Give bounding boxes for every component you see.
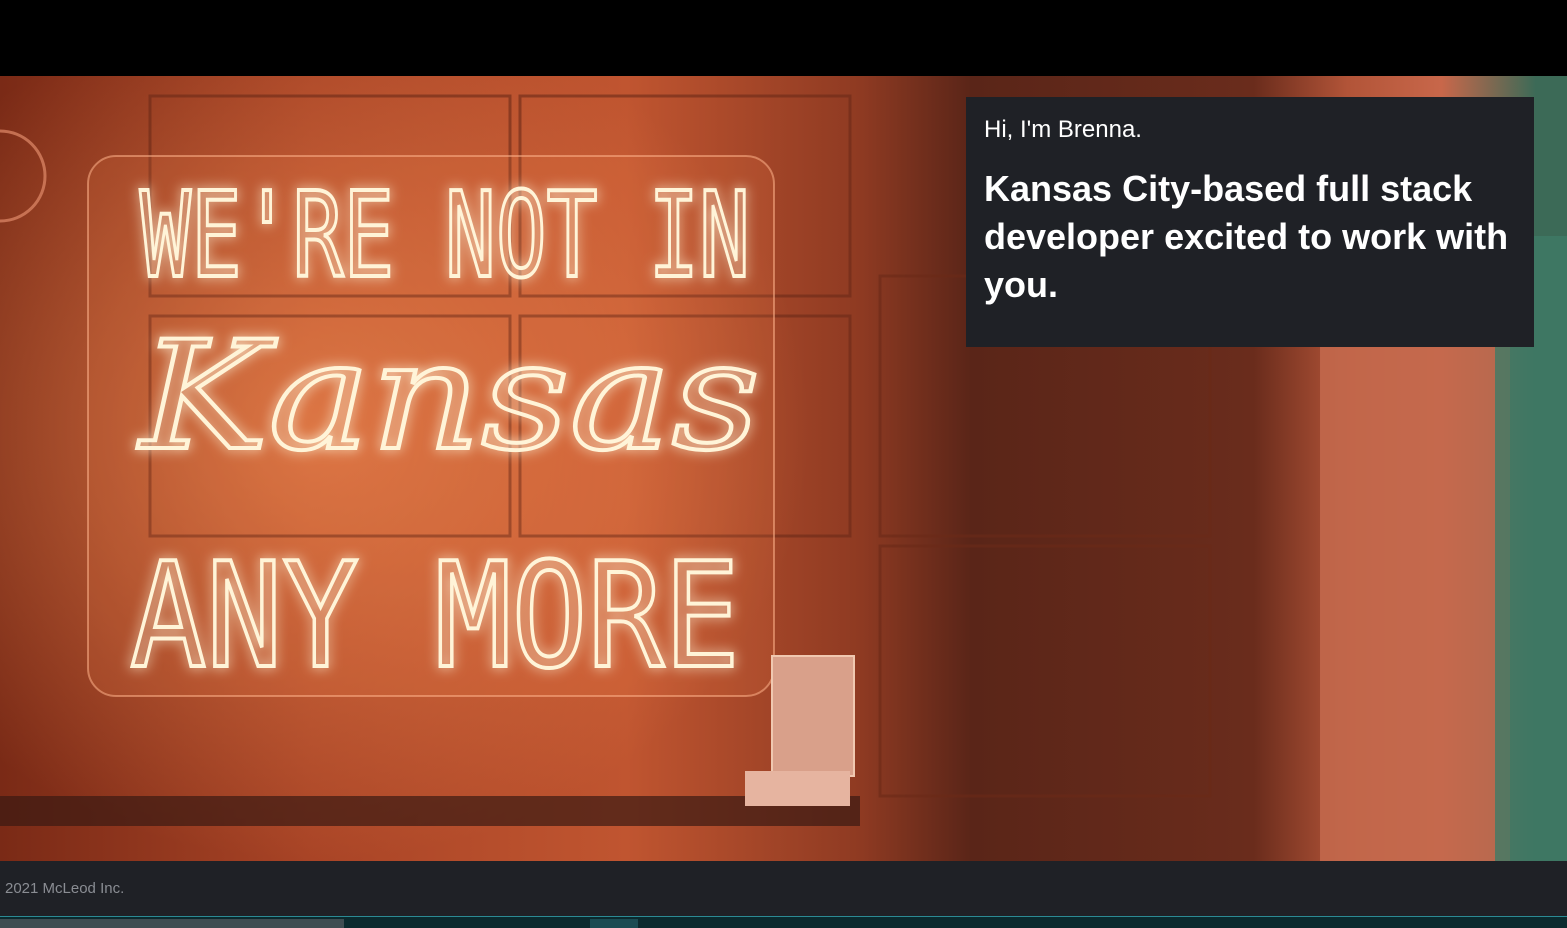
- top-bar: [0, 0, 1567, 76]
- footer: 2021 McLeod Inc.: [0, 861, 1567, 916]
- copyright-text: 2021 McLeod Inc.: [5, 880, 125, 897]
- neon-line-1: WE'RE NOT IN: [140, 166, 750, 304]
- bottom-strip: [0, 916, 1567, 928]
- greeting-text: Hi, I'm Brenna.: [984, 116, 1142, 143]
- neon-line-3: ANY MORE: [130, 532, 740, 701]
- tagline-text: Kansas City-based full stack developer e…: [984, 168, 1509, 305]
- intro-card: Hi, I'm Brenna. Kansas City-based full s…: [966, 97, 1534, 347]
- neon-line-2: Kansas: [137, 310, 760, 484]
